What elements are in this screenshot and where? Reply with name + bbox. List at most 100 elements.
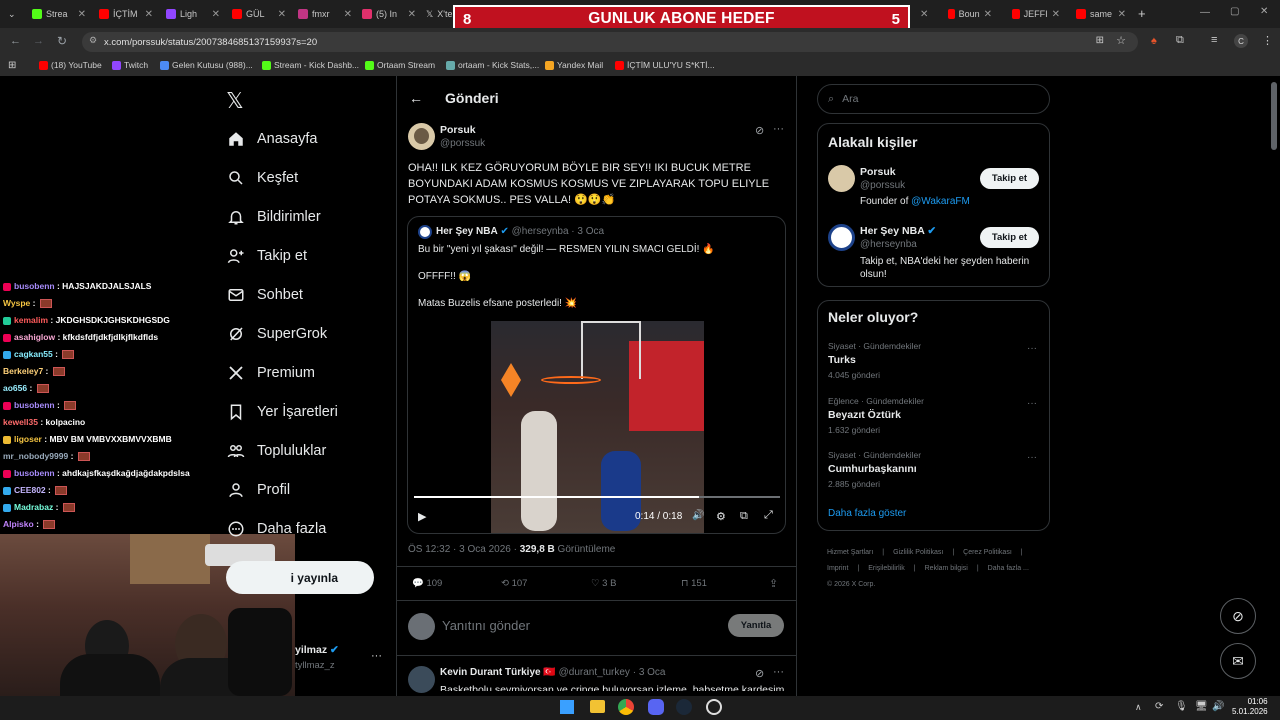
more-icon[interactable]: ···: [773, 666, 784, 678]
bookmark[interactable]: Twitch: [112, 60, 148, 70]
scrollbar[interactable]: [1271, 82, 1277, 150]
new-tab-button[interactable]: +: [1138, 6, 1146, 21]
nav-more[interactable]: Daha fazla: [227, 520, 326, 538]
close-icon[interactable]: ✕: [212, 9, 220, 20]
more-icon[interactable]: ···: [371, 650, 382, 662]
discord-icon[interactable]: [648, 699, 664, 715]
reading-list-icon[interactable]: ≡: [1211, 34, 1217, 46]
volume-icon[interactable]: 🔊: [1212, 701, 1224, 712]
reply-button[interactable]: Yanıtla: [728, 614, 784, 637]
footer-link[interactable]: Erişilebilirlik: [868, 561, 905, 577]
close-icon[interactable]: ✕: [984, 9, 992, 20]
bookmark[interactable]: İÇTİM ULU'YU S*KTİ...: [615, 60, 715, 70]
bookmark[interactable]: Stream - Kick Dashb...: [262, 60, 359, 70]
clock[interactable]: 01:06 5.01.2026: [1232, 697, 1268, 717]
nav-follow[interactable]: Takip et: [227, 247, 307, 265]
bookmark[interactable]: Gelen Kutusu (988)...: [160, 60, 253, 70]
close-icon[interactable]: ✕: [278, 9, 286, 20]
extension-icon[interactable]: ♠: [1151, 35, 1157, 47]
bookmark-star-icon[interactable]: ☆: [1116, 34, 1126, 47]
mic-icon[interactable]: 🎙: [1175, 701, 1188, 712]
close-window-button[interactable]: ✕: [1260, 6, 1268, 17]
follow-button[interactable]: Takip et: [980, 168, 1039, 189]
pip-icon[interactable]: ⧉: [740, 510, 748, 523]
bookmark[interactable]: Yandex Mail: [545, 60, 603, 70]
footer-link[interactable]: Reklam bilgisi: [925, 561, 968, 577]
reply-input[interactable]: Yanıtını gönder: [442, 618, 530, 633]
account-switcher[interactable]: yilmaz ✔: [295, 644, 339, 656]
bio-link[interactable]: @WakaraFM: [911, 196, 970, 207]
more-icon[interactable]: ···: [773, 123, 784, 135]
person-handle[interactable]: @herseynba: [860, 239, 917, 250]
forward-icon[interactable]: →: [33, 35, 44, 47]
tab[interactable]: Ligh ✕: [162, 4, 224, 24]
tab[interactable]: İÇTİM ✕: [95, 4, 157, 24]
footer-link[interactable]: Imprint: [827, 561, 848, 577]
close-icon[interactable]: ✕: [1118, 9, 1126, 20]
apps-icon[interactable]: ⊞: [8, 60, 16, 71]
network-icon[interactable]: 🖥: [1195, 701, 1208, 712]
footer-link[interactable]: Daha fazla ...: [988, 561, 1029, 577]
tab[interactable]: fmxr ✕: [294, 4, 356, 24]
bookmark[interactable]: Ortaam Stream: [365, 60, 435, 70]
volume-icon[interactable]: 🔊: [692, 510, 704, 521]
search-input[interactable]: ⌕ Ara: [817, 84, 1050, 114]
post-button[interactable]: i yayınla: [226, 561, 374, 594]
reload-icon[interactable]: ↻: [57, 34, 67, 48]
video-player[interactable]: [491, 321, 704, 533]
x-logo-icon[interactable]: 𝕏: [226, 88, 244, 114]
person-handle[interactable]: @porssuk: [860, 180, 905, 191]
close-icon[interactable]: ✕: [1052, 9, 1060, 20]
back-arrow-icon[interactable]: ←: [409, 90, 423, 106]
close-icon[interactable]: ✕: [145, 9, 153, 20]
show-more-link[interactable]: Daha fazla göster: [828, 508, 906, 519]
footer-link[interactable]: Çerez Politikası: [963, 545, 1012, 561]
tab[interactable]: GÜL ✕: [228, 4, 290, 24]
profile-avatar[interactable]: C: [1234, 34, 1248, 48]
trend-item[interactable]: Eğlence · Gündemdekiler Beyazıt Öztürk 1.6…: [828, 396, 924, 435]
back-icon[interactable]: ←: [10, 35, 21, 47]
avatar[interactable]: [828, 224, 855, 251]
bookmark[interactable]: ortaam - Kick Stats,...: [446, 60, 539, 70]
close-icon[interactable]: ✕: [920, 9, 928, 20]
menu-icon[interactable]: ⋮: [1262, 34, 1273, 47]
avatar[interactable]: [408, 666, 435, 693]
nav-premium[interactable]: Premium: [227, 364, 315, 382]
minimize-button[interactable]: —: [1200, 7, 1210, 18]
footer-link[interactable]: Hizmet Şartları: [827, 545, 873, 561]
nav-chat[interactable]: Sohbet: [227, 286, 303, 304]
tab[interactable]: JEFFI ✕: [1008, 4, 1064, 24]
nav-bookmarks[interactable]: Yer İşaretleri: [227, 403, 338, 421]
grok-icon[interactable]: ⊘: [755, 667, 764, 680]
author-handle[interactable]: @porssuk: [440, 138, 485, 149]
trend-item[interactable]: Siyaset · Gündemdekiler Cumhurbaşkanını 2.…: [828, 450, 921, 489]
nav-notifications[interactable]: Bildirimler: [227, 208, 321, 226]
site-info-icon[interactable]: ⚙: [89, 35, 97, 46]
reply-action[interactable]: 💬 109: [412, 578, 442, 589]
chrome-icon[interactable]: [618, 699, 634, 715]
grok-button[interactable]: ⊘: [1220, 598, 1256, 634]
install-icon[interactable]: ⊞: [1096, 35, 1104, 46]
person-name[interactable]: Porsuk: [860, 166, 896, 178]
video-progress-track[interactable]: [414, 496, 780, 498]
more-icon[interactable]: ···: [1027, 452, 1037, 463]
quote-tweet[interactable]: Her Şey NBA ✔ @herseynba · 3 Oca Bu bir …: [407, 216, 786, 534]
author-name[interactable]: Kevin Durant Türkiye: [440, 667, 541, 678]
nav-explore[interactable]: Keşfet: [227, 169, 298, 187]
more-icon[interactable]: ···: [1027, 398, 1037, 409]
follow-button[interactable]: Takip et: [980, 227, 1039, 248]
person-name-row[interactable]: Her Şey NBA ✔: [860, 225, 936, 237]
settings-icon[interactable]: ⚙: [716, 510, 726, 523]
file-explorer-icon[interactable]: [590, 700, 605, 713]
more-icon[interactable]: ···: [1027, 343, 1037, 354]
app-icon[interactable]: [706, 699, 722, 715]
tab[interactable]: ✕: [916, 4, 930, 24]
avatar[interactable]: [408, 123, 435, 150]
author-name[interactable]: Porsuk: [440, 124, 476, 136]
tab[interactable]: Strea ✕: [28, 4, 90, 24]
sync-icon[interactable]: ⟳: [1155, 701, 1163, 712]
share-icon[interactable]: ⇪: [769, 577, 778, 590]
nav-profile[interactable]: Profil: [227, 481, 290, 499]
messages-button[interactable]: ✉: [1220, 643, 1256, 679]
close-icon[interactable]: ✕: [78, 9, 86, 20]
